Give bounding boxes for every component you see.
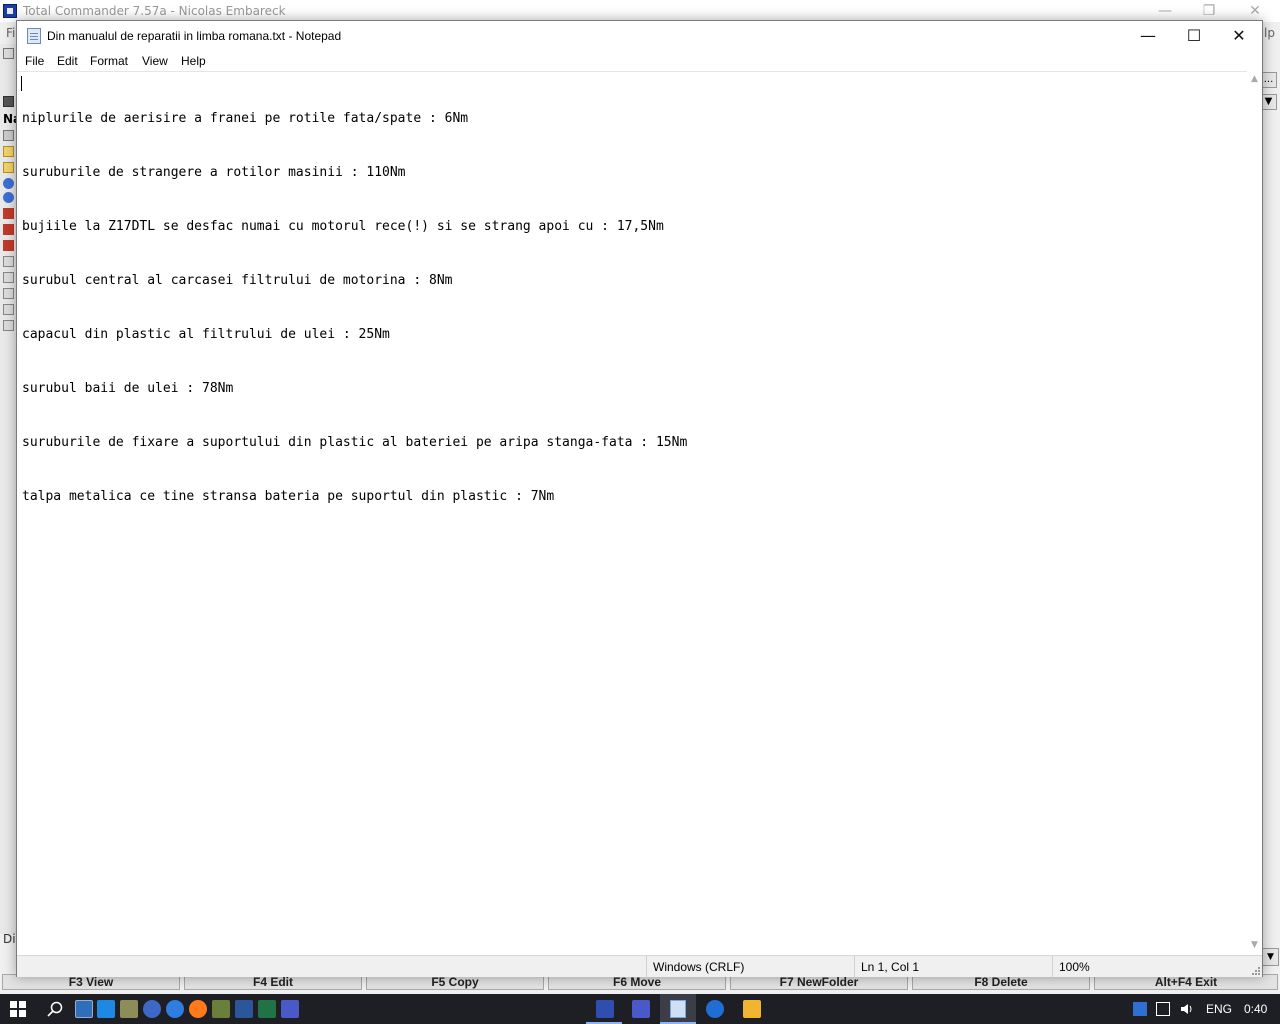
minimize-button[interactable]: — (1125, 21, 1171, 51)
folder-icon[interactable] (3, 162, 14, 173)
text-line: suruburile de fixare a suportului din pl… (22, 435, 688, 450)
notepad-titlebar[interactable]: Din manualul de reparatii in limba roman… (17, 21, 1262, 51)
resize-grip-icon[interactable] (1250, 965, 1260, 975)
desktop-icon[interactable] (97, 1000, 115, 1018)
document-text[interactable]: niplurile de aerisire a franei pe rotile… (22, 74, 687, 542)
taskbar: ENG 0:40 (0, 994, 1280, 1024)
internet-explorer-icon[interactable] (706, 1000, 724, 1018)
total-commander-icon (3, 4, 17, 18)
firefox-icon[interactable] (189, 1000, 207, 1018)
notepad-icon (27, 28, 41, 44)
text-editor-area[interactable]: niplurile de aerisire a franei pe rotile… (17, 71, 1247, 953)
notepad-menubar: File Edit Format View Help (17, 51, 1262, 71)
clock[interactable]: 0:40 (1244, 1002, 1267, 1016)
text-line: niplurile de aerisire a franei pe rotile… (22, 111, 469, 126)
menu-file[interactable]: File (25, 54, 44, 68)
dropdown-icon[interactable] (3, 96, 14, 107)
word-icon[interactable] (235, 1000, 253, 1018)
notepad-taskbar-button[interactable] (660, 994, 696, 1024)
tc-status-fragment: Di (3, 932, 16, 946)
chevron-down-icon[interactable]: ▼ (1262, 948, 1279, 966)
tool-icon[interactable] (120, 1000, 138, 1018)
menu-format[interactable]: Format (90, 54, 128, 68)
text-line: surubul baii de ulei : 78Nm (22, 381, 234, 396)
tc-menu-help-fragment[interactable]: lp (1264, 26, 1275, 40)
menu-help[interactable]: Help (181, 54, 206, 68)
file-icon[interactable] (3, 288, 14, 299)
task-view-icon[interactable] (75, 1000, 93, 1018)
app-icon[interactable] (143, 1000, 161, 1018)
file-icon[interactable] (3, 256, 14, 267)
volume-icon[interactable] (1180, 1002, 1194, 1016)
vertical-scrollbar[interactable]: ▲ ▼ (1247, 71, 1262, 953)
system-tray: ENG 0:40 (1125, 994, 1280, 1024)
png-file-icon[interactable] (3, 240, 14, 251)
cursor-position-status: Ln 1, Col 1 (854, 956, 1054, 978)
file-icon[interactable] (3, 272, 14, 283)
file-icon[interactable] (3, 304, 14, 315)
notepad-window: Din manualul de reparatii in limba roman… (16, 20, 1263, 978)
app-icon[interactable] (212, 1000, 230, 1018)
chevron-up-icon[interactable]: ▲ (1249, 73, 1260, 85)
text-line: capacul din plastic al filtrului de ulei… (22, 327, 390, 342)
zoom-status: 100% (1052, 956, 1232, 978)
notepad-statusbar: Windows (CRLF) Ln 1, Col 1 100% (17, 955, 1262, 978)
up-folder-icon[interactable] (3, 130, 14, 141)
tc-right-controls: ... ▼ (1260, 68, 1280, 128)
text-caret (21, 76, 22, 91)
text-line: talpa metalica ce tine stransa bateria p… (22, 489, 555, 504)
png-file-icon[interactable] (3, 224, 14, 235)
search-icon (47, 1001, 63, 1017)
search-button[interactable] (40, 994, 70, 1024)
text-line: surubul central al carcasei filtrului de… (22, 273, 453, 288)
explorer-icon[interactable] (743, 1000, 761, 1018)
save-taskbar-icon[interactable] (632, 1000, 650, 1018)
text-line: bujiile la Z17DTL se desfac numai cu mot… (22, 219, 664, 234)
menu-view[interactable]: View (142, 54, 168, 68)
windows-logo-icon (10, 1001, 26, 1017)
language-indicator[interactable]: ENG (1206, 1002, 1232, 1016)
menu-edit[interactable]: Edit (57, 54, 78, 68)
notepad-title: Din manualul de reparatii in limba roman… (47, 29, 342, 43)
text-line: suruburile de strangere a rotilor masini… (22, 165, 406, 180)
excel-icon[interactable] (258, 1000, 276, 1018)
app-icon[interactable] (166, 1000, 184, 1018)
globe-icon[interactable] (3, 192, 14, 203)
tc-left-panel-strip: Na (0, 44, 21, 934)
line-ending-status: Windows (CRLF) (646, 956, 846, 978)
maximize-button[interactable]: ☐ (1171, 21, 1217, 51)
close-button[interactable]: ✕ (1216, 21, 1262, 51)
tc-title: Total Commander 7.57a - Nicolas Embareck (23, 4, 286, 18)
total-commander-taskbar-icon[interactable] (596, 1000, 614, 1018)
globe-icon[interactable] (3, 178, 14, 189)
tc-minimize-button[interactable]: — (1142, 1, 1188, 21)
notepad-icon (670, 1000, 686, 1018)
tc-titlebar[interactable]: Total Commander 7.57a - Nicolas Embareck… (0, 0, 1280, 22)
save-icon[interactable] (281, 1000, 299, 1018)
tc-restore-button[interactable]: ❐ (1186, 1, 1232, 21)
folder-icon[interactable] (3, 146, 14, 157)
start-button[interactable] (0, 994, 36, 1024)
file-icon[interactable] (3, 320, 14, 331)
network-share-icon[interactable] (1133, 1002, 1147, 1016)
chevron-down-icon[interactable]: ▼ (1249, 939, 1260, 951)
network-icon[interactable] (1156, 1002, 1170, 1016)
drive-icon[interactable] (3, 48, 14, 59)
tc-menu-file-fragment[interactable]: Fi (6, 26, 15, 40)
tc-close-button[interactable]: ✕ (1232, 1, 1278, 21)
file-icon[interactable] (3, 208, 14, 219)
